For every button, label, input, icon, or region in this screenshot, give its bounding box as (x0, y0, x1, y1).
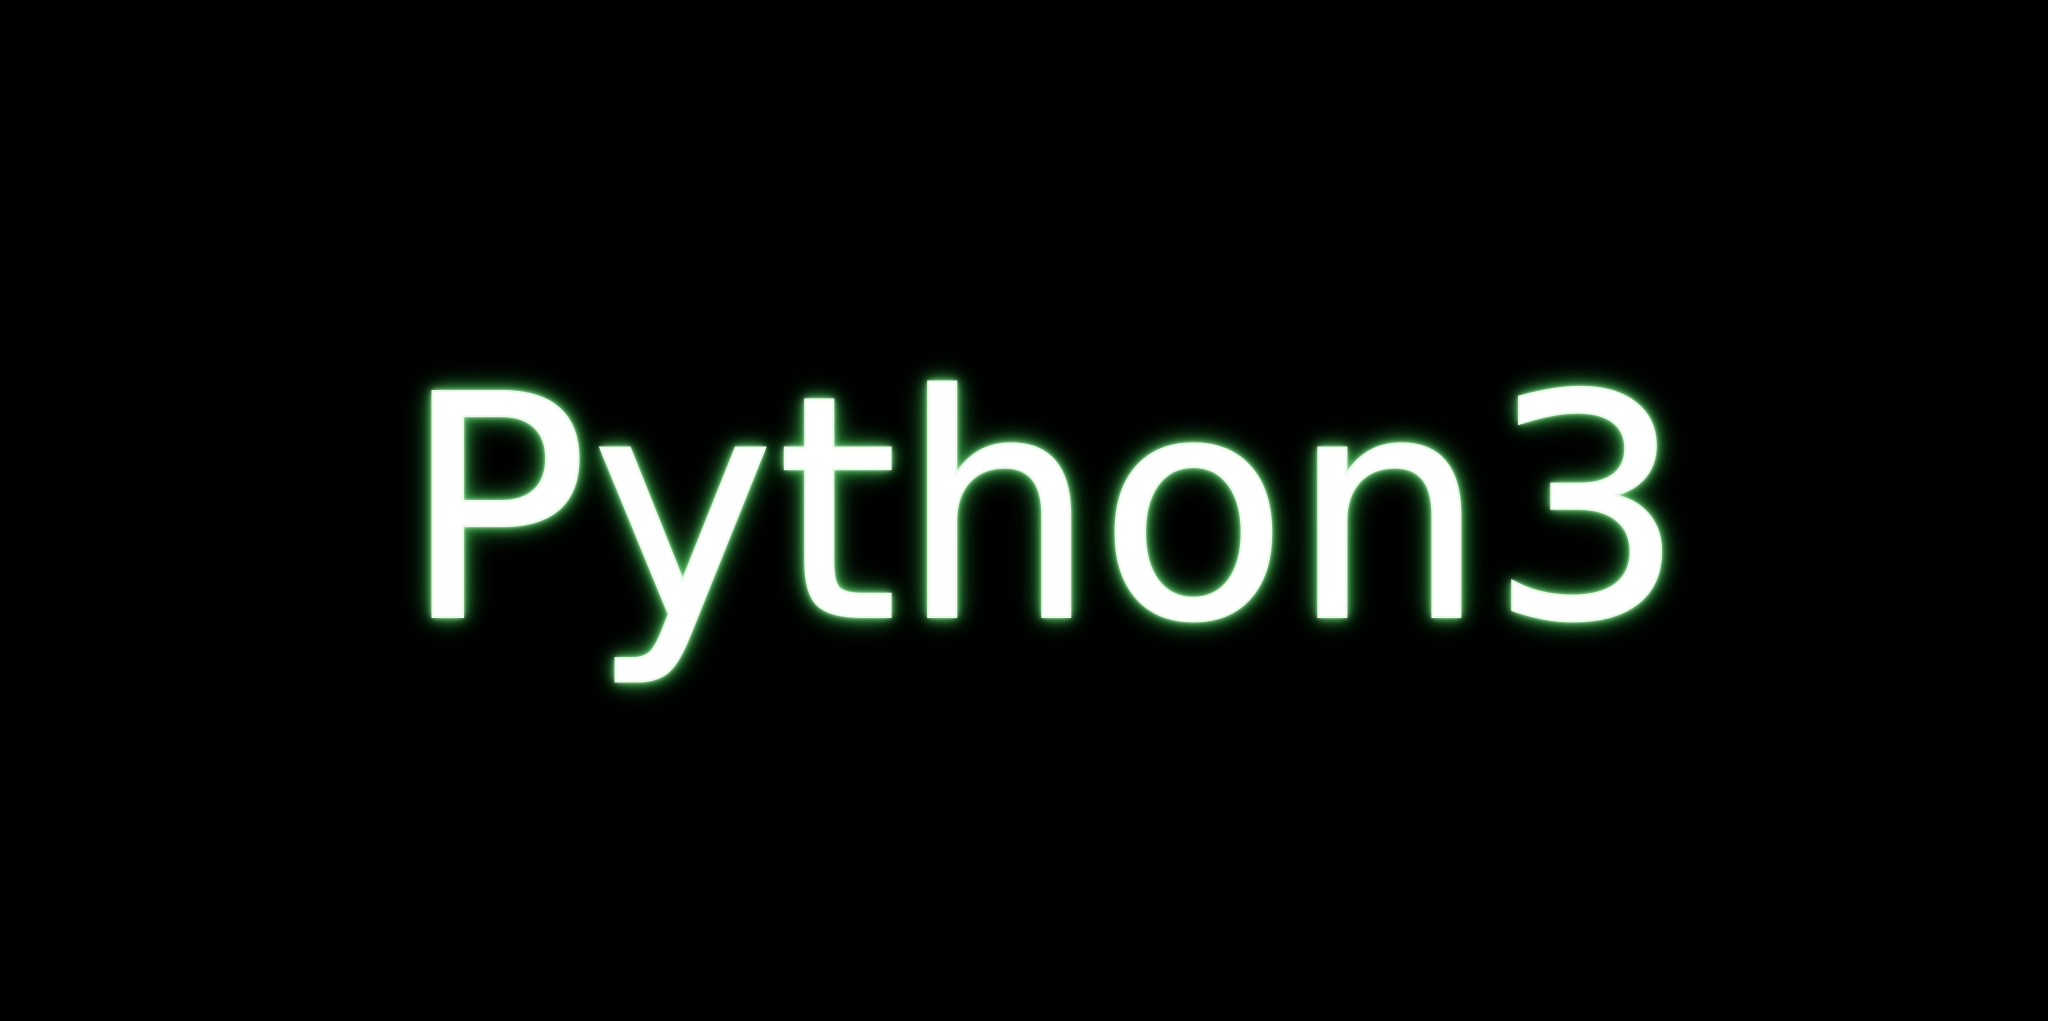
neon-title-text: Python3 (401, 329, 1688, 691)
neon-canvas: Python3 (0, 0, 2048, 1021)
